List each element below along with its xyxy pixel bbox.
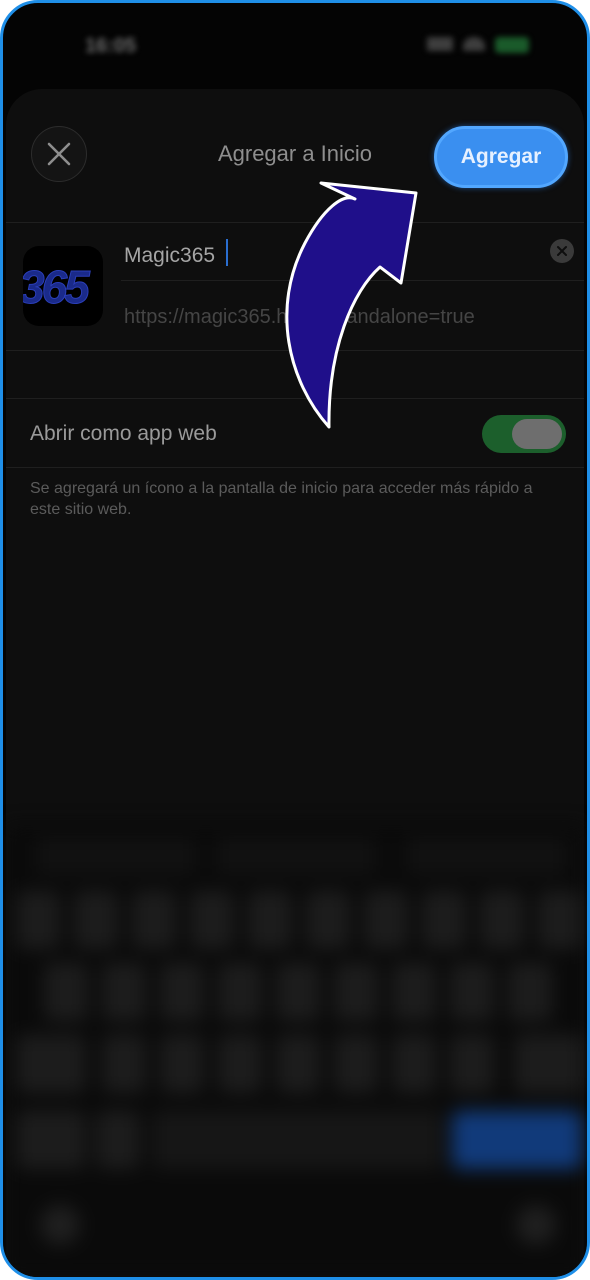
key [334,963,378,1021]
key [480,891,524,949]
key [102,963,146,1021]
key [160,1035,204,1093]
go-key [452,1111,582,1169]
phone-frame: 16:05 Agregar a Inicio Agregar 365 Magic… [0,0,590,1280]
key [364,891,408,949]
key [538,891,582,949]
key [450,1035,494,1093]
app-name-input[interactable] [124,236,534,276]
key [16,891,60,949]
suggestion-2 [216,837,376,875]
status-bar: 16:05 [3,3,587,83]
field-divider [121,280,584,281]
key [276,1035,320,1093]
add-button[interactable]: Agregar [434,126,568,188]
section-divider-bottom [6,467,584,468]
key [102,1035,146,1093]
key [74,891,118,949]
text-cursor [226,239,228,266]
key [132,891,176,949]
webapp-description: Se agregará un ícono a la pantalla de in… [30,480,533,518]
key [248,891,292,949]
webapp-toggle[interactable] [482,415,566,453]
numbers-key [16,1111,86,1169]
clear-text-button[interactable] [550,239,574,263]
key [422,891,466,949]
keyboard [6,825,584,1277]
space-key [152,1111,442,1169]
suggestion-3 [406,837,566,875]
key [44,963,88,1021]
globe-key [40,1205,80,1245]
key [334,1035,378,1093]
key [392,1035,436,1093]
key [306,891,350,949]
key [392,963,436,1021]
key [218,1035,262,1093]
clear-text-icon [557,246,567,256]
wifi-icon [463,37,485,51]
section-divider-top [6,350,584,351]
app-icon: 365 [23,246,103,326]
app-url: https://magic365.host/?standalone=true [124,306,475,328]
signal-icon [427,37,453,51]
battery-icon [495,37,529,53]
status-icons [427,37,529,53]
delete-key [514,1035,584,1093]
suggestion-1 [36,837,196,875]
key [218,963,262,1021]
key [160,963,204,1021]
toggle-knob [512,419,562,449]
key [508,963,552,1021]
header-divider [6,222,584,223]
key [450,963,494,1021]
key [276,963,320,1021]
shift-key [16,1035,86,1093]
section-divider-mid [6,398,584,399]
emoji-key [96,1111,140,1169]
mic-key [516,1205,556,1245]
status-time: 16:05 [85,35,137,57]
webapp-label: Abrir como app web [30,422,217,445]
key [190,891,234,949]
app-icon-logo-text: 365 [23,261,90,314]
